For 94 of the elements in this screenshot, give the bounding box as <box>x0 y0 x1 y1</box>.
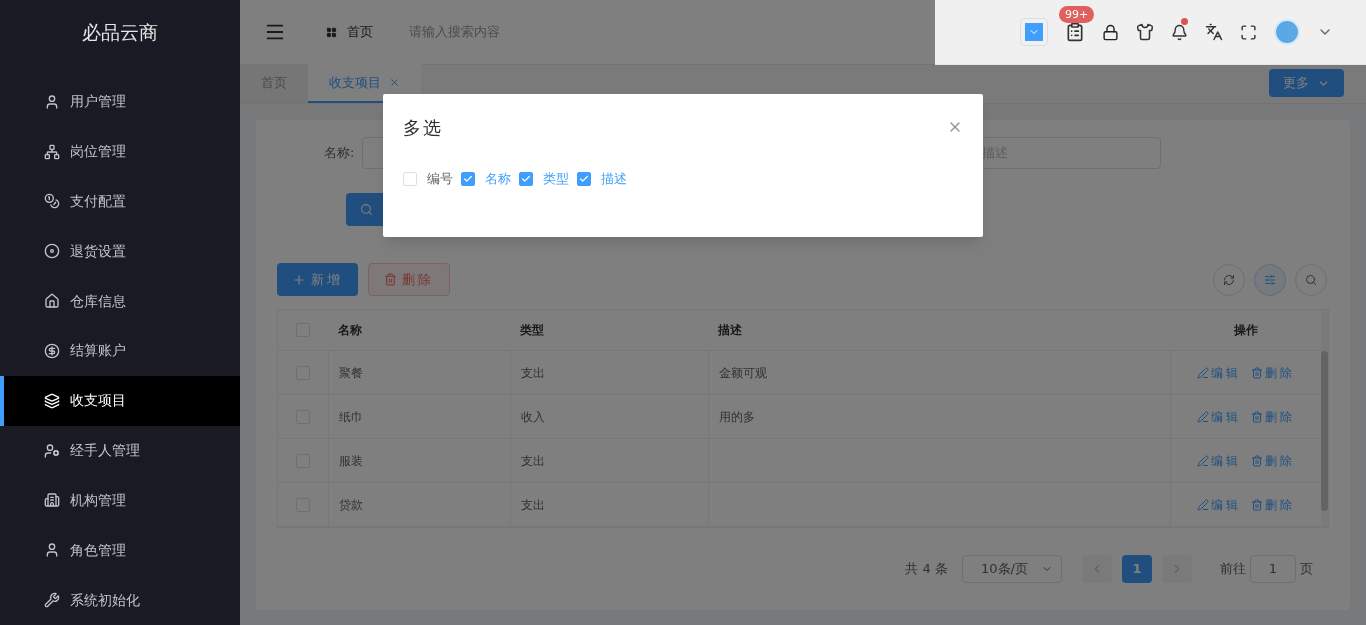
option-label: 编号 <box>427 170 453 188</box>
check-icon <box>579 173 589 184</box>
fullscreen-icon[interactable] <box>1240 23 1257 41</box>
network-icon <box>44 143 60 160</box>
pencil-icon <box>1197 454 1209 467</box>
dollar-icon <box>44 342 60 359</box>
option-label: 名称 <box>485 170 511 188</box>
sidebar-item[interactable]: 用户管理 <box>0 76 240 127</box>
coins-icon <box>44 193 60 210</box>
user-icon <box>44 93 60 110</box>
delete-button[interactable]: 删除 <box>368 263 450 296</box>
page-tab[interactable]: 收支项目 <box>308 64 421 103</box>
theme-toggle[interactable] <box>1020 18 1048 46</box>
bell-icon[interactable] <box>1171 23 1188 41</box>
trash-icon <box>1251 454 1263 467</box>
table-cell-text: 支出 <box>521 496 545 514</box>
trash-icon <box>1251 410 1263 423</box>
page-number[interactable]: 1 <box>1122 555 1152 583</box>
table-cell-text: 聚餐 <box>339 364 363 382</box>
trash-icon <box>1251 498 1263 511</box>
avatar[interactable] <box>1274 19 1300 45</box>
sidebar-item[interactable]: 退货设置 <box>0 226 240 277</box>
table-cell-text: 支出 <box>521 452 545 470</box>
user-gear-icon <box>44 442 60 459</box>
sidebar-item[interactable]: 经手人管理 <box>0 425 240 476</box>
column-header: 名称 <box>337 322 363 339</box>
column-header: 描述 <box>717 322 743 339</box>
table-cell-text: 支出 <box>521 364 545 382</box>
edit-link[interactable]: 编辑 <box>1197 451 1241 470</box>
table-cell-text: 金额可观 <box>719 364 767 382</box>
delete-link[interactable]: 删除 <box>1251 407 1295 426</box>
pencil-icon <box>1197 498 1209 511</box>
plus-icon <box>292 272 306 287</box>
page-size-select[interactable]: 10条/页 <box>962 555 1062 583</box>
table-cell-text: 纸巾 <box>339 408 363 426</box>
house-icon <box>44 293 60 310</box>
table-cell-text: 服装 <box>339 452 363 470</box>
trash-icon <box>1251 366 1263 379</box>
sidebar-item[interactable]: 支付配置 <box>0 176 240 227</box>
delete-link[interactable]: 删除 <box>1251 363 1295 382</box>
dialog-title: 多选 <box>403 115 443 140</box>
table-cell-text: 收入 <box>521 408 545 426</box>
goto-label: 前往 <box>1220 560 1246 579</box>
checkbox[interactable] <box>577 171 591 186</box>
lock-icon[interactable] <box>1102 23 1119 41</box>
building-icon <box>44 492 60 509</box>
sidebar-item[interactable]: 仓库信息 <box>0 276 240 326</box>
shirt-icon[interactable] <box>1136 23 1154 41</box>
pencil-icon <box>1197 366 1209 379</box>
pencil-icon <box>1197 410 1209 423</box>
page-input[interactable]: 1 <box>1250 555 1296 583</box>
more-button[interactable]: 更多 <box>1269 69 1344 97</box>
sidebar-item[interactable]: 机构管理 <box>0 475 240 526</box>
sliders-icon <box>1264 273 1276 286</box>
total-count: 共 4 条 <box>905 560 948 579</box>
edit-link[interactable]: 编辑 <box>1197 495 1241 514</box>
edit-link[interactable]: 编辑 <box>1197 363 1241 382</box>
grid-icon <box>326 26 337 38</box>
checkbox[interactable] <box>519 171 533 186</box>
delete-link[interactable]: 删除 <box>1251 451 1295 470</box>
sidebar-item[interactable]: 结算账户 <box>0 326 240 376</box>
column-header: 类型 <box>519 322 545 339</box>
disc-icon <box>44 243 60 260</box>
check-icon <box>463 173 473 184</box>
column-header: 操作 <box>1232 322 1259 339</box>
notification-badge: 99+ <box>1059 6 1095 23</box>
wrench-icon <box>44 592 60 609</box>
checkbox[interactable] <box>461 171 475 186</box>
sidebar-item[interactable]: 收支项目 <box>0 375 240 426</box>
check-icon <box>521 173 531 184</box>
page-suffix: 页 <box>1300 560 1313 579</box>
user-icon <box>44 542 60 559</box>
trash-icon <box>384 273 397 286</box>
table-cell-text: 用的多 <box>719 408 755 426</box>
app-logo: 必品云商 <box>82 20 158 46</box>
table-cell-text: 贷款 <box>339 496 363 514</box>
translate-icon[interactable] <box>1205 23 1223 41</box>
search-icon <box>360 203 373 216</box>
option-label: 描述 <box>601 170 627 188</box>
refresh-icon <box>1223 273 1235 286</box>
breadcrumb[interactable]: 首页 <box>347 22 373 42</box>
edit-link[interactable]: 编辑 <box>1197 407 1241 426</box>
sidebar-item[interactable]: 岗位管理 <box>0 126 240 177</box>
columns-button[interactable] <box>1254 263 1286 296</box>
sidebar-item[interactable]: 角色管理 <box>0 525 240 576</box>
scrollbar[interactable] <box>1321 310 1328 527</box>
option-label: 类型 <box>543 170 569 188</box>
layers-icon <box>44 392 60 409</box>
close-icon[interactable] <box>389 77 400 88</box>
field-label: 名称: <box>324 144 355 163</box>
sidebar-item[interactable]: 系统初始化 <box>0 575 240 625</box>
search-icon <box>1305 273 1317 286</box>
delete-link[interactable]: 删除 <box>1251 495 1295 514</box>
add-button[interactable]: 新增 <box>277 263 358 296</box>
